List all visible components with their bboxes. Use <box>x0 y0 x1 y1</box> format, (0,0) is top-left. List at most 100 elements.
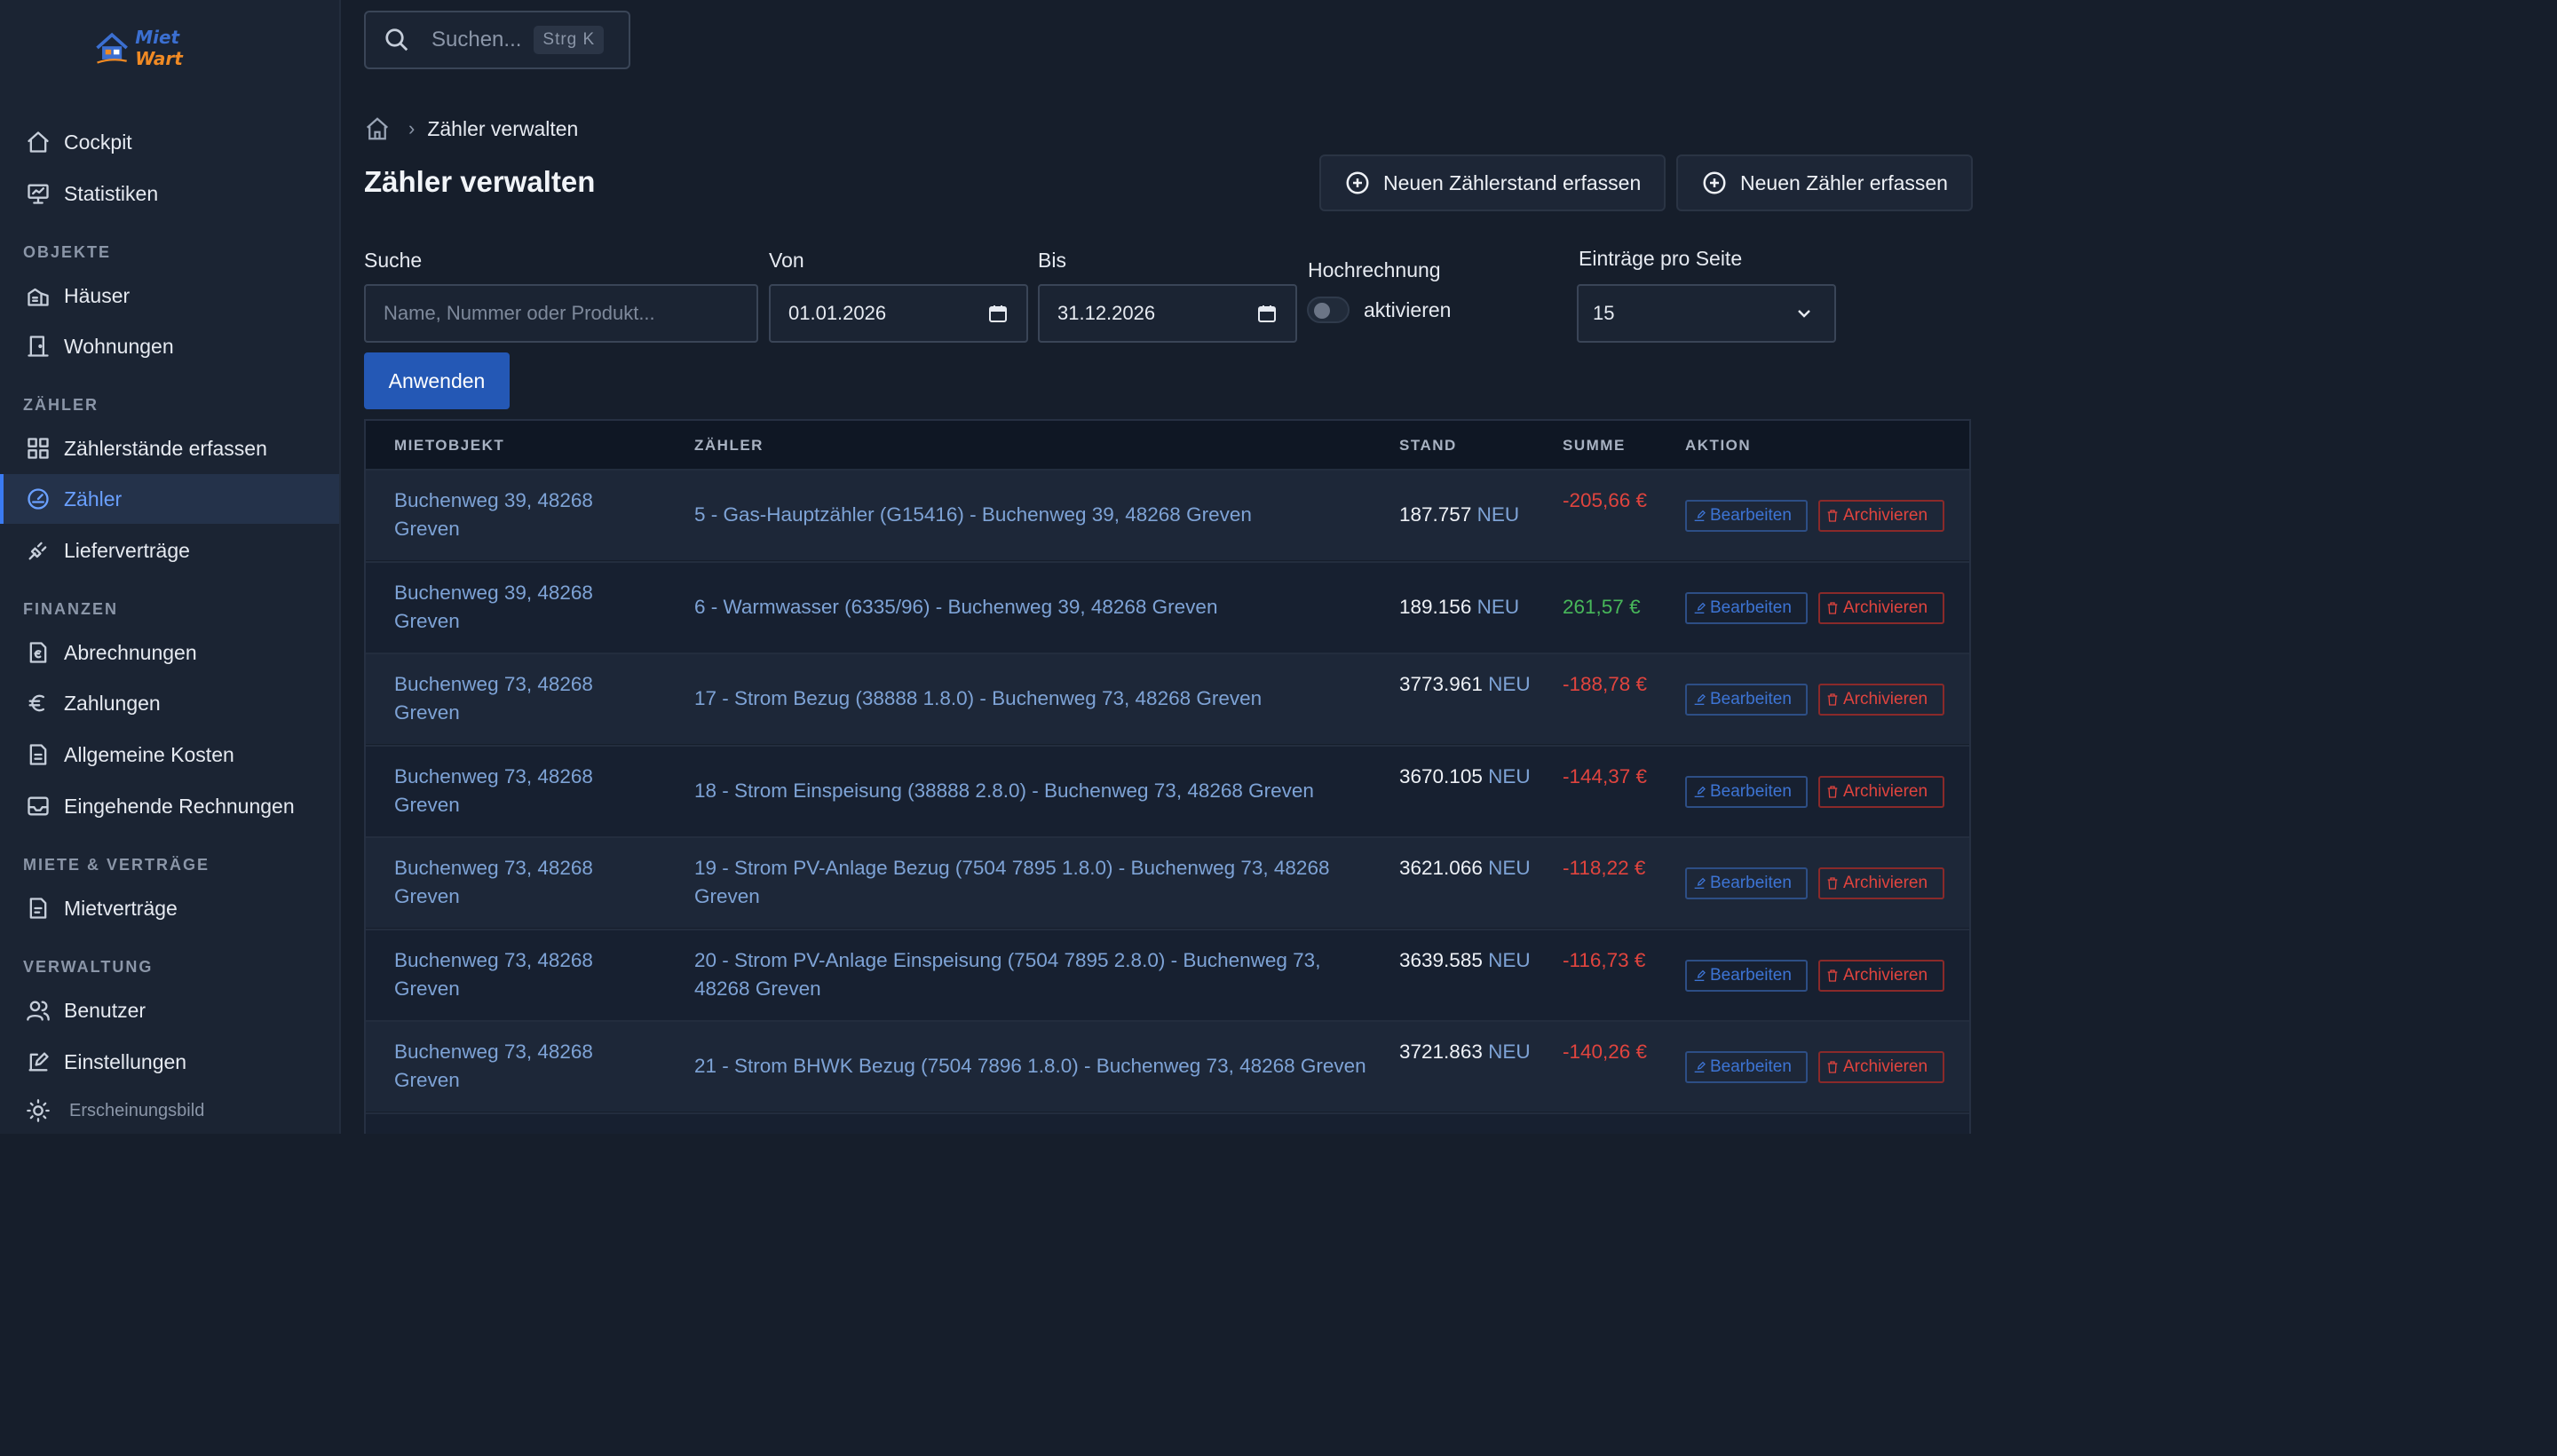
object-link[interactable]: Buchenweg 73, 48268 Greven <box>394 1130 661 1135</box>
object-link[interactable]: Buchenweg 73, 48268 Greven <box>394 854 661 911</box>
object-link[interactable]: Buchenweg 73, 48268 Greven <box>394 670 661 727</box>
inbox-icon <box>25 793 51 819</box>
meter-link[interactable]: 21 - Strom BHWK Bezug (7504 7896 1.8.0) … <box>694 1052 1378 1080</box>
home-icon[interactable] <box>364 115 391 142</box>
toggle-knob <box>1314 303 1330 319</box>
object-link[interactable]: Buchenweg 73, 48268 Greven <box>394 946 661 1003</box>
sum-value: -205,66 € <box>1563 489 1648 511</box>
apply-button[interactable]: Anwenden <box>364 352 510 409</box>
new-reading-button[interactable]: Neuen Zählerstand erfassen <box>1319 154 1666 211</box>
table-row: Buchenweg 73, 48268 Greven 21 - Strom BHW… <box>366 1020 1969 1112</box>
plus-circle-icon <box>1703 171 1726 194</box>
archive-button[interactable]: Archivieren <box>1818 959 1944 992</box>
meter-link[interactable]: 6 - Warmwasser (6335/96) - Buchenweg 39,… <box>694 593 1378 621</box>
edit-label: Bearbeiten <box>1710 965 1792 985</box>
object-link[interactable]: Buchenweg 73, 48268 Greven <box>394 1038 661 1095</box>
archive-button[interactable]: Archivieren <box>1818 1051 1944 1083</box>
calendar-icon[interactable] <box>1256 303 1278 324</box>
plug-icon <box>25 537 51 564</box>
archive-button[interactable]: Archivieren <box>1818 775 1944 808</box>
object-link[interactable]: Buchenweg 73, 48268 Greven <box>394 763 661 819</box>
sidebar-item-label: Einstellungen <box>64 1049 187 1073</box>
meter-link[interactable]: 22 - Strom BHWK Einspeisung (7504 7896 2… <box>694 1130 1378 1135</box>
object-link[interactable]: Buchenweg 39, 48268 Greven <box>394 579 661 636</box>
edit-label: Bearbeiten <box>1710 506 1792 525</box>
new-badge: NEU <box>1488 764 1531 787</box>
object-link[interactable]: Buchenweg 39, 48268 Greven <box>394 487 661 543</box>
sidebar-item-label: Zahlungen <box>64 691 161 715</box>
archive-label: Archivieren <box>1843 690 1928 708</box>
meter-link[interactable]: 17 - Strom Bezug (38888 1.8.0) - Buchenw… <box>694 684 1378 713</box>
calendar-icon[interactable] <box>987 303 1009 324</box>
new-reading-label: Neuen Zählerstand erfassen <box>1383 170 1642 194</box>
archive-button[interactable]: Archivieren <box>1818 867 1944 899</box>
trash-icon <box>1827 785 1838 798</box>
sidebar-item-eingehende-rechnungen[interactable]: Eingehende Rechnungen <box>0 781 339 831</box>
sidebar-item-abrechnungen[interactable]: Abrechnungen <box>0 628 339 677</box>
archive-button[interactable]: Archivieren <box>1818 591 1944 624</box>
sidebar-item-wohnungen[interactable]: Wohnungen <box>0 321 339 371</box>
sidebar-item-zaehler[interactable]: Zähler <box>0 474 339 524</box>
sidebar-item-label: Zählerstände erfassen <box>64 436 267 460</box>
trash-icon <box>1827 1061 1838 1073</box>
sidebar-item-cockpit[interactable]: Cockpit <box>0 117 339 167</box>
sidebar-item-statistiken[interactable]: Statistiken <box>0 169 339 218</box>
projection-label: Hochrechnung <box>1308 258 1441 281</box>
app-logo[interactable]: Miet Wart <box>92 27 226 69</box>
edit-button[interactable]: Bearbeiten <box>1685 500 1808 532</box>
sidebar-item-haeuser[interactable]: Häuser <box>0 271 339 320</box>
meter-link[interactable]: 20 - Strom PV-Anlage Einspeisung (7504 7… <box>694 946 1378 1003</box>
table-row: Buchenweg 73, 48268 Greven 22 - Strom BHW… <box>366 1112 1969 1135</box>
chevron-down-icon <box>1798 310 1810 318</box>
appearance-toggle[interactable]: Erscheinungsbild <box>0 1088 339 1133</box>
archive-button[interactable]: Archivieren <box>1818 500 1944 532</box>
meter-link[interactable]: 19 - Strom PV-Anlage Bezug (7504 7895 1.… <box>694 854 1378 911</box>
new-badge: NEU <box>1488 1041 1531 1063</box>
edit-button[interactable]: Bearbeiten <box>1685 591 1808 624</box>
edit-button[interactable]: Bearbeiten <box>1685 684 1808 716</box>
edit-button[interactable]: Bearbeiten <box>1685 775 1808 808</box>
new-meter-button[interactable]: Neuen Zähler erfassen <box>1676 154 1973 211</box>
archive-label: Archivieren <box>1843 874 1928 892</box>
sidebar-item-einstellungen[interactable]: Einstellungen <box>0 1037 339 1087</box>
new-badge: NEU <box>1476 503 1520 526</box>
reading-number: 3670.105 <box>1399 764 1483 787</box>
contract-icon <box>25 895 51 922</box>
sum-value: -188,78 € <box>1563 673 1648 695</box>
reading-number: 3621.066 <box>1399 857 1483 879</box>
sidebar-item-label: Eingehende Rechnungen <box>64 794 295 818</box>
per-page-select[interactable]: 15 <box>1577 284 1836 343</box>
edit-icon <box>1694 969 1706 981</box>
archive-label: Archivieren <box>1843 506 1928 525</box>
edit-icon <box>1694 602 1706 613</box>
reading-number: 3773.961 <box>1399 673 1483 695</box>
reading-value: 189.156 NEU <box>1399 593 1550 621</box>
edit-icon <box>25 1048 51 1075</box>
sidebar-item-zaehlerstaende-erfassen[interactable]: Zählerstände erfassen <box>0 423 339 473</box>
sidebar-item-allgemeine-kosten[interactable]: Allgemeine Kosten <box>0 730 339 779</box>
search-placeholder: Suchen... <box>431 28 522 51</box>
sidebar-item-liefervertraege[interactable]: Lieferverträge <box>0 526 339 575</box>
meter-link[interactable]: 5 - Gas-Hauptzähler (G15416) - Buchenweg… <box>694 501 1378 529</box>
global-search[interactable]: Suchen... Strg K <box>364 11 630 69</box>
reading-number: 187.757 <box>1399 503 1472 526</box>
meters-table: MIETOBJEKT ZÄHLER STAND SUMME AKTION Buc… <box>364 419 1971 1134</box>
edit-icon <box>1694 786 1706 797</box>
sidebar-item-label: Statistiken <box>64 181 159 205</box>
trash-icon <box>1827 877 1838 890</box>
to-date-input[interactable]: 31.12.2026 <box>1038 284 1297 343</box>
projection-toggle[interactable] <box>1307 297 1350 323</box>
edit-button[interactable]: Bearbeiten <box>1685 867 1808 899</box>
edit-button[interactable]: Bearbeiten <box>1685 1051 1808 1083</box>
per-page-label: Einträge pro Seite <box>1579 247 1743 270</box>
meter-link[interactable]: 18 - Strom Einspeisung (38888 2.8.0) - B… <box>694 777 1378 805</box>
from-date-input[interactable]: 01.01.2026 <box>769 284 1028 343</box>
sidebar-item-benutzer[interactable]: Benutzer <box>0 985 339 1035</box>
search-filter-input[interactable]: Name, Nummer oder Produkt... <box>364 284 758 343</box>
edit-button[interactable]: Bearbeiten <box>1685 959 1808 992</box>
archive-button[interactable]: Archivieren <box>1818 684 1944 716</box>
search-filter-placeholder: Name, Nummer oder Produkt... <box>384 302 655 324</box>
grid-icon <box>25 435 51 462</box>
sidebar-item-mietvertraege[interactable]: Mietverträge <box>0 883 339 933</box>
sidebar-item-zahlungen[interactable]: Zahlungen <box>0 678 339 728</box>
